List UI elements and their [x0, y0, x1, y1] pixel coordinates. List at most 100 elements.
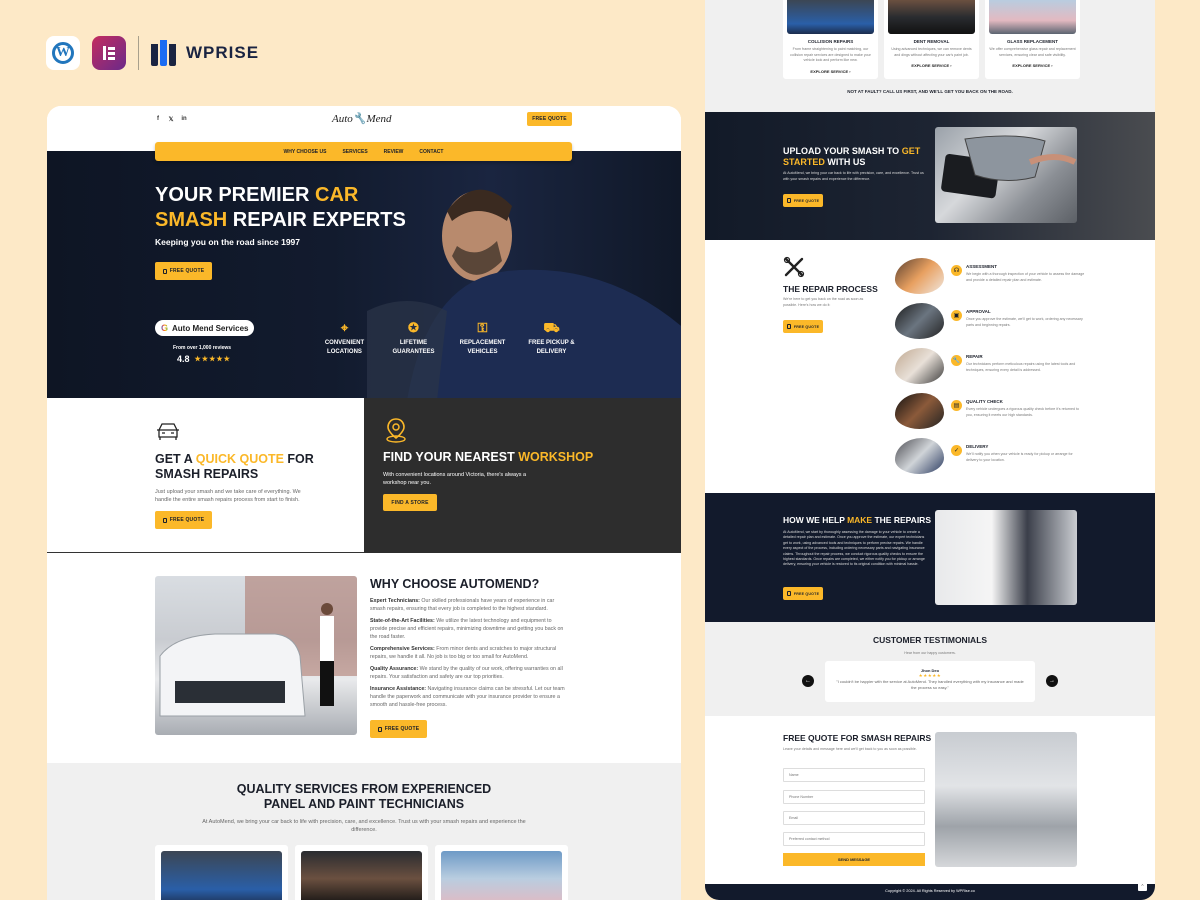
services-section: COLLISION REPAIRS From frame straighteni…: [705, 0, 1155, 112]
upload-title: UPLOAD YOUR SMASH TO GET STARTED WITH US: [783, 146, 921, 167]
hero-features: ⌖ CONVENIENT LOCATIONS ✪ LIFETIME GUARANTE…: [310, 319, 586, 357]
name-field[interactable]: [783, 768, 925, 782]
nav-services[interactable]: SERVICES: [342, 149, 367, 155]
service-text: From frame straightening to paint matchi…: [790, 47, 871, 62]
header-free-quote-button[interactable]: FREE QUOTE: [527, 112, 572, 126]
service-text: Using advanced techniques, we can remove…: [891, 47, 972, 57]
main-nav: WHY CHOOSE US SERVICES REVIEW CONTACT: [155, 142, 572, 161]
facebook-icon[interactable]: f: [155, 116, 161, 122]
step-title: APPROVAL: [966, 309, 991, 314]
hero-free-quote-button[interactable]: FREE QUOTE: [155, 262, 212, 280]
form-text: Leave your details and message here and …: [783, 747, 917, 751]
form-title: FREE QUOTE FOR SMASH REPAIRS: [783, 733, 932, 743]
glass-woman-image: [441, 851, 562, 900]
wprise-logo: WPRISE: [151, 40, 259, 66]
step-title: ASSESSMENT: [966, 264, 998, 269]
contact-method-field[interactable]: [783, 832, 925, 846]
tools-icon: [783, 256, 805, 278]
testimonials-section: CUSTOMER TESTIMONIALS Hear from our happ…: [705, 622, 1155, 716]
service-card[interactable]: [435, 845, 568, 900]
process-title: THE REPAIR PROCESS: [783, 284, 878, 294]
quote-form-section: FREE QUOTE FOR SMASH REPAIRS Leave your …: [705, 716, 1155, 884]
workshop-text: With convenient locations around Victori…: [383, 472, 527, 486]
step-approval: ▣ APPROVAL Once you approve the estimate…: [895, 303, 1125, 348]
testimonials-subtitle: Hear from our happy customers.: [904, 651, 956, 655]
why-list: Expert Technicians: Our skilled professi…: [370, 597, 570, 713]
linkedin-icon[interactable]: in: [181, 116, 187, 122]
calendar-icon: ▣: [951, 310, 962, 321]
step-text: Every vehicle undergoes a rigorous quali…: [966, 407, 1079, 417]
service-card[interactable]: [155, 845, 288, 900]
map-pin-icon: [386, 418, 406, 443]
service-text: We offer comprehensive glass repair and …: [989, 47, 1076, 57]
send-message-button[interactable]: SEND MESSAGE: [783, 853, 925, 866]
feature-guarantees: ✪ LIFETIME GUARANTEES: [379, 319, 448, 357]
upload-free-quote-button[interactable]: FREE QUOTE: [783, 194, 823, 207]
step-repair: 🔧 REPAIR Our technicians perform meticul…: [895, 348, 1125, 393]
hero-subtitle: Keeping you on the road since 1997: [155, 237, 301, 247]
site-logo[interactable]: Auto🔧Mend: [332, 112, 392, 125]
quick-quote-button[interactable]: FREE QUOTE: [155, 511, 212, 529]
nav-why-choose-us[interactable]: WHY CHOOSE US: [284, 149, 327, 155]
explore-service-link[interactable]: EXPLORE SERVICE ›: [989, 63, 1076, 68]
desktop-preview-left: f 𝕏 in Auto🔧Mend FREE QUOTE WHY CHOOSE U…: [47, 106, 681, 900]
wprise-label: WPRISE: [186, 43, 260, 62]
help-title: HOW WE HELP MAKE THE REPAIRS: [783, 515, 931, 525]
back-to-top-button[interactable]: ⌃: [1138, 882, 1147, 891]
check-icon: ✓: [951, 445, 962, 456]
step-text: Once you approve the estimate, we'll get…: [966, 317, 1083, 327]
elementor-icon: [92, 36, 126, 70]
car-key-icon: ⚿: [477, 320, 488, 335]
headset-icon: ☊: [951, 265, 962, 276]
delivery-icon: ⛟: [543, 320, 560, 335]
car-icon: [157, 423, 179, 440]
step-text: We'll notify you when your vehicle is re…: [966, 452, 1073, 462]
phone-field[interactable]: [783, 790, 925, 804]
mechanic-car-image: [935, 732, 1077, 867]
phone-icon: [786, 324, 791, 329]
explore-service-link[interactable]: EXPLORE SERVICE ›: [787, 69, 874, 74]
service-title: COLLISION REPAIRS: [807, 39, 854, 44]
phone-icon: [786, 198, 791, 203]
workshop-section: FIND YOUR NEAREST WORKSHOP With convenie…: [364, 398, 681, 553]
wordpress-icon: W: [46, 36, 80, 70]
upload-text: At AutoMend, we bring your car back to l…: [783, 171, 924, 181]
why-title: WHY CHOOSE AUTOMEND?: [370, 577, 540, 591]
email-field[interactable]: [783, 811, 925, 825]
service-cards: COLLISION REPAIRS From frame straighteni…: [783, 0, 1080, 79]
x-icon[interactable]: 𝕏: [168, 116, 174, 123]
service-card[interactable]: [295, 845, 428, 900]
quality-title: QUALITY SERVICES FROM EXPERIENCED PANEL A…: [236, 782, 492, 811]
step-title: QUALITY CHECK: [966, 399, 1003, 404]
wprise-icon: [151, 40, 176, 66]
nav-review[interactable]: REVIEW: [384, 149, 404, 155]
google-reviews-badge[interactable]: G Auto Mend Services: [155, 320, 255, 336]
why-free-quote-button[interactable]: FREE QUOTE: [370, 720, 427, 738]
rating: 4.8 ★★★★★: [177, 354, 231, 364]
help-free-quote-button[interactable]: FREE QUOTE: [783, 587, 823, 600]
testimonials-title: CUSTOMER TESTIMONIALS: [872, 635, 988, 645]
testimonial-card: Jhon Deo ★★★★★ "I couldn't be happier wi…: [825, 661, 1035, 702]
process-free-quote-button[interactable]: FREE QUOTE: [783, 320, 823, 333]
glass-image: [989, 0, 1076, 34]
phone-icon: [162, 517, 167, 523]
repair-image: [895, 348, 944, 384]
location-icon: ⌖: [340, 320, 349, 335]
car-businessman-image: [155, 576, 357, 735]
nav-contact[interactable]: CONTACT: [419, 149, 443, 155]
explore-service-link[interactable]: EXPLORE SERVICE ›: [888, 63, 975, 68]
social-links: f 𝕏 in: [155, 116, 187, 123]
prev-arrow-icon[interactable]: ←: [802, 675, 814, 687]
repair-process-section: THE REPAIR PROCESS We're here to get you…: [705, 240, 1155, 493]
quality-check-image: [895, 393, 944, 429]
wrench-icon: 🔧: [951, 355, 962, 366]
testimonial-quote: "I couldn't be happier with the service …: [836, 679, 1024, 690]
find-store-button[interactable]: FIND A STORE: [383, 494, 437, 511]
next-arrow-icon[interactable]: →: [1046, 675, 1058, 687]
feature-locations: ⌖ CONVENIENT LOCATIONS: [310, 319, 379, 357]
step-quality-check: ▤ QUALITY CHECK Every vehicle undergoes …: [895, 393, 1125, 438]
why-item: Insurance Assistance: Navigating insuran…: [370, 686, 565, 708]
upload-section: UPLOAD YOUR SMASH TO GET STARTED WITH US…: [705, 112, 1155, 240]
step-title: DELIVERY: [966, 444, 989, 449]
phone-photo-damage-image: [935, 127, 1077, 223]
